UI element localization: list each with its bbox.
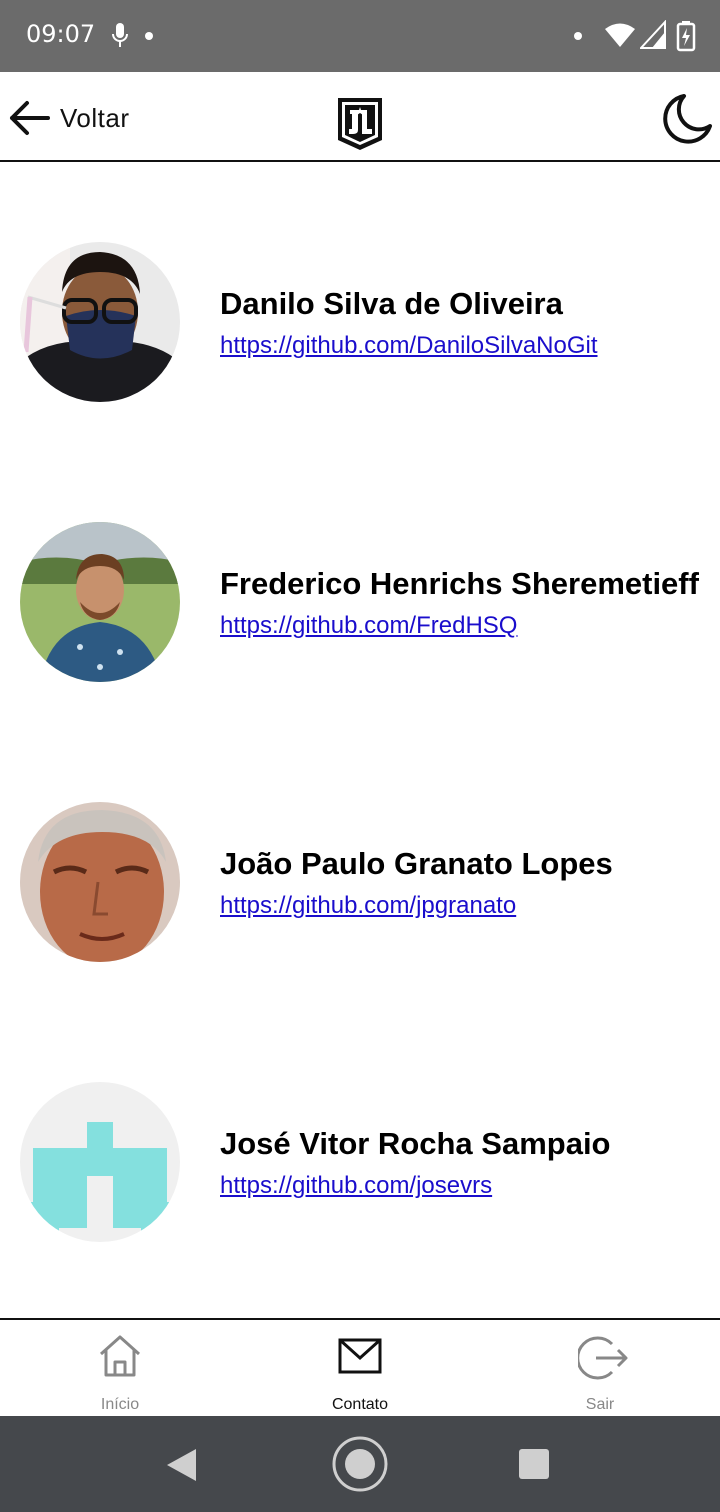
arrow-left-icon (10, 101, 50, 135)
notification-dot-icon (574, 32, 582, 40)
github-link[interactable]: https://github.com/jpgranato (220, 892, 516, 920)
justice-league-logo (338, 98, 382, 150)
nav-item-inicio[interactable]: Início (0, 1320, 240, 1418)
status-time: 09:07 (26, 20, 96, 48)
back-button[interactable]: Voltar (8, 98, 130, 138)
contact-item: Frederico Henrichs Sheremetieff https://… (0, 522, 720, 682)
back-label: Voltar (60, 102, 130, 133)
contact-item: João Paulo Granato Lopes https://github.… (0, 802, 720, 962)
battery-charging-icon (676, 21, 696, 52)
contact-name: João Paulo Granato Lopes (220, 846, 613, 881)
nav-label: Contato (331, 1396, 389, 1413)
contact-name: Danilo Silva de Oliveira (220, 286, 563, 321)
bottom-navigation: Início Contato Sair (0, 1318, 720, 1418)
contact-item: Danilo Silva de Oliveira https://github.… (0, 242, 720, 402)
contact-name: José Vitor Rocha Sampaio (220, 1126, 611, 1161)
moon-icon[interactable] (660, 92, 714, 146)
status-bar: 09:07 (0, 0, 720, 72)
wifi-icon (605, 23, 635, 47)
system-home-icon[interactable] (332, 1436, 388, 1492)
nav-item-contato[interactable]: Contato (240, 1320, 480, 1418)
notification-dot-icon (145, 32, 153, 40)
logout-icon (578, 1336, 628, 1380)
home-icon (99, 1335, 141, 1377)
nav-label: Início (100, 1396, 140, 1413)
contact-name: Frederico Henrichs Sheremetieff (220, 566, 699, 601)
contact-item: José Vitor Rocha Sampaio https://github.… (0, 1082, 720, 1242)
avatar (20, 242, 180, 402)
microphone-icon (112, 23, 128, 47)
avatar (20, 802, 180, 962)
system-navigation-bar (0, 1416, 720, 1512)
top-app-bar: Voltar (0, 72, 720, 162)
github-link[interactable]: https://github.com/josevrs (220, 1172, 492, 1200)
github-link[interactable]: https://github.com/DaniloSilvaNoGit (220, 332, 598, 360)
system-recents-icon[interactable] (518, 1448, 550, 1480)
github-link[interactable]: https://github.com/FredHSQ (220, 612, 517, 640)
avatar (20, 522, 180, 682)
nav-item-sair[interactable]: Sair (480, 1320, 720, 1418)
mail-icon (338, 1338, 382, 1374)
avatar (20, 1082, 180, 1242)
identicon-icon (20, 1082, 180, 1242)
nav-label: Sair (585, 1396, 615, 1413)
cellular-signal-icon (640, 20, 666, 49)
system-back-icon[interactable] (166, 1448, 198, 1482)
